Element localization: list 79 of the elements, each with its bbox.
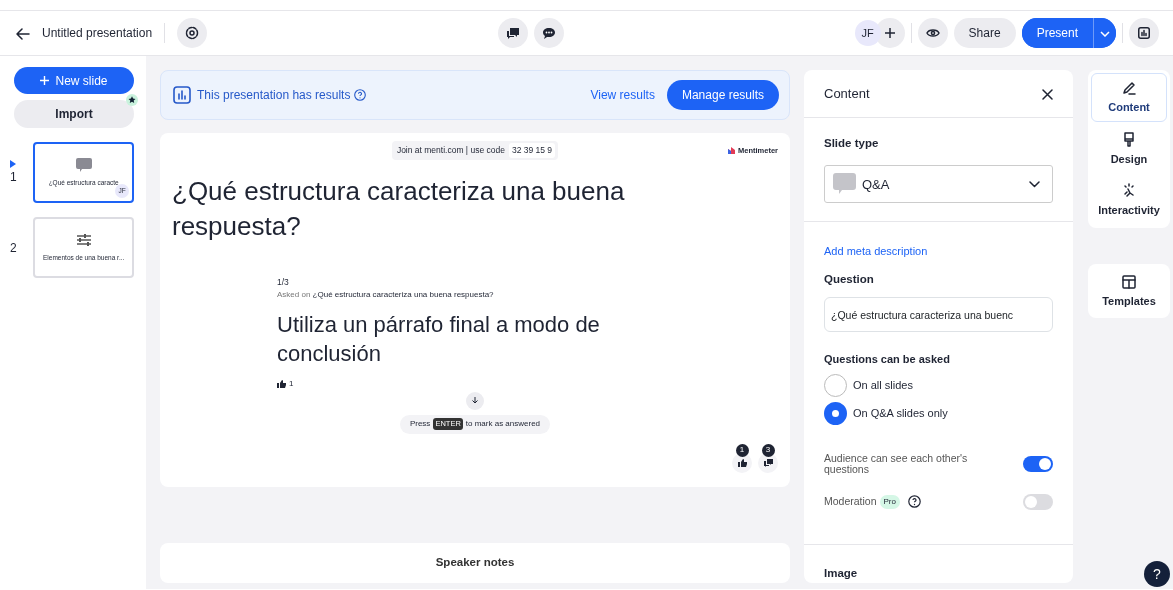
sliders-icon <box>75 232 92 247</box>
chat-bubble-icon <box>833 173 856 196</box>
hint-text: to mark as answered <box>465 418 541 430</box>
sidebar-tab[interactable]: Design <box>1091 124 1167 173</box>
current-slide-marker-icon <box>10 159 16 168</box>
banner-text: This presentation has results <box>197 87 351 104</box>
join-code: 32 39 15 9 <box>508 143 556 158</box>
eye-icon <box>925 28 940 38</box>
comments-button[interactable] <box>497 18 528 48</box>
scroll-down-button[interactable] <box>466 391 484 410</box>
plus-icon <box>40 76 50 85</box>
answer-text: Utiliza un párrafo final a modo de conclusión <box>277 310 601 368</box>
slide-number: 2 <box>10 239 17 257</box>
add-meta-description-link[interactable]: Add meta description <box>824 245 928 257</box>
join-text: Join at menti.com | use code <box>396 144 505 157</box>
option-label: On all slides <box>853 378 913 393</box>
settings-icon <box>185 26 200 40</box>
radio-button[interactable] <box>824 401 847 425</box>
pro-badge: Pro <box>879 494 900 509</box>
import-button[interactable]: Import <box>14 100 134 128</box>
chat-bubbles-icon <box>505 27 520 39</box>
manage-results-button[interactable]: Manage results <box>666 80 779 110</box>
like-count: 1 <box>289 377 294 390</box>
caret-icon <box>1029 180 1040 188</box>
section-label: Question <box>824 272 875 287</box>
chat-bubbles-icon <box>763 458 773 467</box>
section-label: Questions can be asked <box>824 352 951 368</box>
chat-bubble-icon <box>75 157 92 172</box>
plus-icon <box>884 28 895 38</box>
star-icon <box>126 94 138 106</box>
count-badge: 1 <box>735 443 749 457</box>
toggle-label: Audience can see each other's questions <box>824 452 969 476</box>
hint-text: Press <box>409 418 431 430</box>
count-badge: 3 <box>761 443 775 457</box>
share-button[interactable]: Share <box>953 18 1016 48</box>
user-avatar: JF <box>854 20 881 46</box>
panel-title: Content <box>824 84 870 103</box>
option-label: On Q&A slides only <box>853 406 948 421</box>
slide-type-dropdown[interactable]: Q&A <box>824 165 1053 204</box>
pencil-icon <box>1121 80 1137 96</box>
back-arrow-icon <box>16 27 30 40</box>
new-slide-button[interactable]: New slide <box>14 67 134 94</box>
slide-title: ¿Qué estructura caracteriza una buena respuesta? <box>172 174 626 243</box>
sidebar-tab[interactable]: Interactivity <box>1091 176 1167 225</box>
question-input[interactable]: ¿Qué estructura caracteriza una buenc <box>824 297 1053 333</box>
section-label: Slide type <box>824 136 880 151</box>
chat-bubble-icon <box>541 27 556 39</box>
preview-button[interactable] <box>917 18 948 48</box>
thumbs-up-icon <box>277 379 286 388</box>
asked-on-text: Asked on ¿Qué estructura caracteriza una buena respuesta? <box>277 288 495 301</box>
speaker-notes-button[interactable]: Speaker notes <box>160 543 790 583</box>
toggle-switch[interactable] <box>1023 493 1053 510</box>
radio-option[interactable]: On Q&A slides only <box>824 401 1053 425</box>
answer-counter: 1/3 <box>277 275 290 289</box>
close-icon <box>1042 88 1053 100</box>
settings-button[interactable] <box>177 18 208 48</box>
section-label: Image <box>823 566 859 581</box>
radio-option[interactable]: On all slides <box>824 373 1053 397</box>
paintbrush-icon <box>1121 131 1137 148</box>
help-icon <box>354 89 367 101</box>
caret-icon <box>1100 30 1110 37</box>
sparkle-icon <box>1121 183 1137 199</box>
question-counter-button[interactable] <box>758 452 778 473</box>
table-icon <box>1121 273 1137 290</box>
reactions-button[interactable] <box>533 18 564 48</box>
toggle-label: Moderation <box>824 496 877 508</box>
view-results-link[interactable]: View results <box>590 86 655 104</box>
toggle-switch[interactable] <box>1023 456 1053 473</box>
help-icon <box>908 495 921 509</box>
results-button[interactable] <box>1129 18 1159 48</box>
bar-chart-icon <box>173 86 191 104</box>
present-button[interactable]: Present <box>1021 18 1094 48</box>
logo-icon <box>728 146 735 154</box>
bar-chart-icon <box>1138 27 1150 39</box>
presentation-title[interactable]: Untitled presentation <box>42 24 153 42</box>
down-arrow-icon <box>472 397 478 404</box>
sidebar-tab[interactable]: Content <box>1091 73 1167 122</box>
thumbs-up-icon <box>737 458 747 467</box>
slide-number: 1 <box>10 168 17 186</box>
